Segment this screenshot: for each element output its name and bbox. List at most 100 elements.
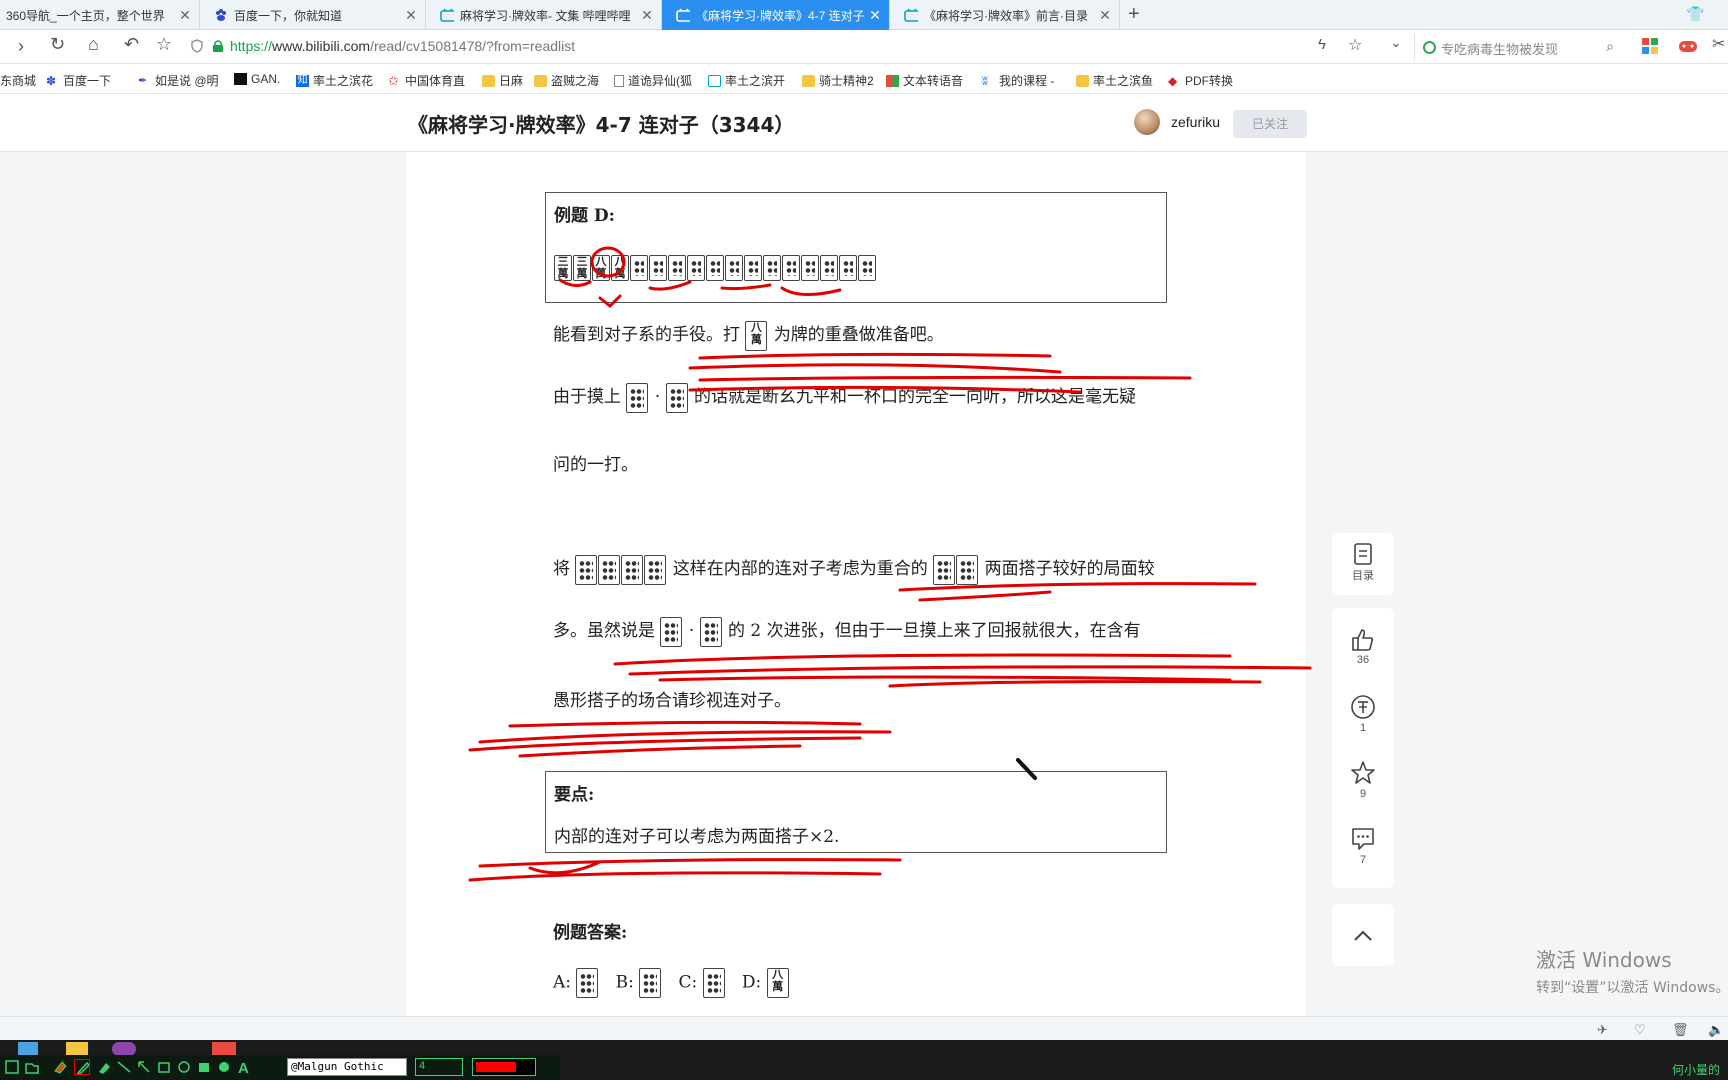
- mahjong-tile: 八萬: [766, 968, 789, 998]
- bookmark-item[interactable]: 东商城: [0, 72, 36, 89]
- close-icon[interactable]: ✕: [867, 7, 883, 24]
- search-icon[interactable]: ⌕: [1606, 38, 1614, 55]
- font-select[interactable]: @Malgun Gothic: [287, 1058, 407, 1076]
- toc-card[interactable]: 目录: [1332, 533, 1394, 595]
- bookmark-item[interactable]: 骑士精神2: [802, 72, 874, 89]
- save-icon[interactable]: [4, 1059, 20, 1075]
- ellipse-icon[interactable]: [176, 1059, 192, 1075]
- highlighter-icon[interactable]: [96, 1059, 112, 1075]
- tab-current-article[interactable]: 《麻将学习·牌效率》4-7 连对子 ✕: [662, 0, 890, 30]
- bookmark-item[interactable]: 率土之滨鱼: [1076, 72, 1153, 89]
- bookmark-item[interactable]: 道诡异仙(狐: [614, 72, 692, 89]
- close-icon[interactable]: ✕: [177, 7, 193, 24]
- paragraph-5: 愚形搭子的场合请珍视连对子。: [553, 691, 791, 711]
- bili-icon: [676, 8, 690, 22]
- arrow-icon[interactable]: [136, 1059, 152, 1075]
- follow-button[interactable]: 已关注: [1233, 110, 1307, 138]
- back-to-top-card[interactable]: [1332, 904, 1394, 966]
- undo-close-icon[interactable]: ↶: [124, 34, 139, 55]
- tab-preface[interactable]: 《麻将学习·牌效率》前言·目录 ✕: [890, 0, 1120, 30]
- tab-label: 百度一下，你就知道: [234, 8, 343, 23]
- bookmark-item[interactable]: GAN.: [234, 72, 280, 86]
- reload-icon[interactable]: ↻: [50, 34, 65, 55]
- url-scheme: https://: [230, 38, 273, 54]
- author-name[interactable]: zefuriku: [1171, 114, 1220, 130]
- favorite-count: 9: [1359, 788, 1367, 800]
- taskbar-app-icon[interactable]: [18, 1042, 38, 1056]
- paragraph-3: 将 这样在内部的连对子考虑为重合的 两面搭子较好的局面较: [553, 554, 1155, 585]
- folder-icon: [534, 74, 547, 87]
- paragraph-2: 由于摸上 · 的话就是断幺九平和一杯口的完全一向听，所以这是毫无疑: [553, 382, 1136, 413]
- bookmark-item[interactable]: 知率土之滨花: [296, 72, 373, 89]
- text-run: 将: [553, 559, 570, 579]
- apps-grid-icon[interactable]: [1642, 38, 1658, 54]
- pen-color-select[interactable]: [472, 1058, 536, 1076]
- avatar[interactable]: [1134, 109, 1160, 135]
- action-card: 36 1 9 7: [1332, 608, 1394, 888]
- tray-user-label: 何小量的: [1671, 1063, 1720, 1077]
- bookmark-label: 率土之滨鱼: [1093, 74, 1154, 88]
- bookmark-item[interactable]: 率土之滨开: [708, 72, 785, 89]
- tab-360[interactable]: 360导航_一个主页，整个世界 ✕: [0, 0, 200, 30]
- filled-rectangle-icon[interactable]: [196, 1059, 212, 1075]
- game-icon[interactable]: [1678, 38, 1698, 54]
- paw-icon: ✽: [46, 73, 57, 88]
- bookmark-item[interactable]: ✩ 中国体育直: [388, 72, 465, 89]
- pen-size-select[interactable]: 4: [415, 1058, 463, 1076]
- chevron-down-icon[interactable]: ⌄: [1390, 34, 1402, 51]
- like-button[interactable]: 36: [1332, 628, 1394, 666]
- chevron-up-icon[interactable]: [1353, 928, 1373, 942]
- bookmark-item[interactable]: 盗贼之海: [534, 72, 599, 89]
- answer-row: A: B: C: D: 八萬: [553, 968, 790, 998]
- paragraph-1: 能看到对子系的手役。打 八萬 为牌的重叠做准备吧。: [553, 320, 944, 351]
- bookmark-item[interactable]: ✽ 百度一下: [46, 72, 111, 89]
- taskbar-app-icon[interactable]: [112, 1042, 136, 1056]
- trash-icon[interactable]: 🗑: [1672, 1022, 1689, 1038]
- comment-count: 7: [1359, 854, 1367, 866]
- search-placeholder: 专吃病毒生物被发现: [1441, 42, 1559, 57]
- address-bar[interactable]: https://www.bilibili.com/read/cv15081478…: [230, 38, 575, 54]
- close-icon[interactable]: ✕: [1097, 7, 1113, 24]
- close-icon[interactable]: ✕: [639, 7, 655, 24]
- speaker-icon[interactable]: 🔈: [1708, 1022, 1724, 1038]
- svg-text:A: A: [238, 1060, 249, 1075]
- text-tool-icon[interactable]: A: [236, 1059, 252, 1075]
- mahjong-tile: [575, 554, 598, 585]
- bookmark-star-icon[interactable]: ☆: [156, 34, 172, 55]
- open-icon[interactable]: [24, 1059, 40, 1075]
- bookmark-item[interactable]: 文本转语音: [886, 72, 963, 89]
- taskbar-app-icon[interactable]: [212, 1042, 236, 1056]
- search-input[interactable]: 专吃病毒生物被发现 ⌕: [1414, 34, 1614, 60]
- favorite-icon[interactable]: ☆: [1348, 35, 1362, 55]
- forward-icon[interactable]: ›: [18, 36, 24, 57]
- mahjong-tile: [626, 382, 649, 413]
- eraser-icon[interactable]: [52, 1059, 68, 1075]
- toc-button[interactable]: 目录: [1332, 543, 1394, 583]
- shield-icon[interactable]: [190, 39, 204, 53]
- favorite-button[interactable]: 9: [1332, 760, 1394, 800]
- folder-icon[interactable]: [66, 1042, 88, 1056]
- rocket-icon[interactable]: ✈: [1597, 1022, 1608, 1038]
- new-tab-icon[interactable]: +: [1128, 3, 1140, 26]
- bookmark-item[interactable]: ◆ PDF转换: [1168, 72, 1233, 89]
- course-icon: ʬ: [982, 73, 988, 88]
- pen-icon[interactable]: [74, 1059, 90, 1075]
- scissors-icon[interactable]: ✂: [1712, 34, 1725, 54]
- filled-ellipse-icon[interactable]: [216, 1059, 232, 1075]
- skin-icon[interactable]: 👕: [1686, 5, 1705, 23]
- search-engine-icon: [1423, 41, 1436, 54]
- home-icon[interactable]: ⌂: [88, 34, 99, 55]
- tab-baidu[interactable]: 百度一下，你就知道 ✕: [200, 0, 426, 30]
- comment-button[interactable]: 7: [1332, 826, 1394, 866]
- bookmark-item[interactable]: 日麻: [482, 72, 523, 89]
- rectangle-icon[interactable]: [156, 1059, 172, 1075]
- text-run: 这样在内部的连对子考虑为重合的: [672, 559, 928, 579]
- bookmark-item[interactable]: ✒ 如是说 @明: [138, 72, 219, 89]
- lightning-icon[interactable]: ϟ: [1318, 36, 1326, 53]
- line-icon[interactable]: [116, 1059, 132, 1075]
- bookmark-item[interactable]: ʬ 我的课程 -: [982, 72, 1054, 89]
- tab-bili-collection[interactable]: 麻将学习·牌效率- 文集 哔哩哔哩 ✕: [426, 0, 662, 30]
- health-icon[interactable]: ♡: [1634, 1022, 1646, 1038]
- close-icon[interactable]: ✕: [403, 7, 419, 24]
- coin-button[interactable]: 1: [1332, 694, 1394, 734]
